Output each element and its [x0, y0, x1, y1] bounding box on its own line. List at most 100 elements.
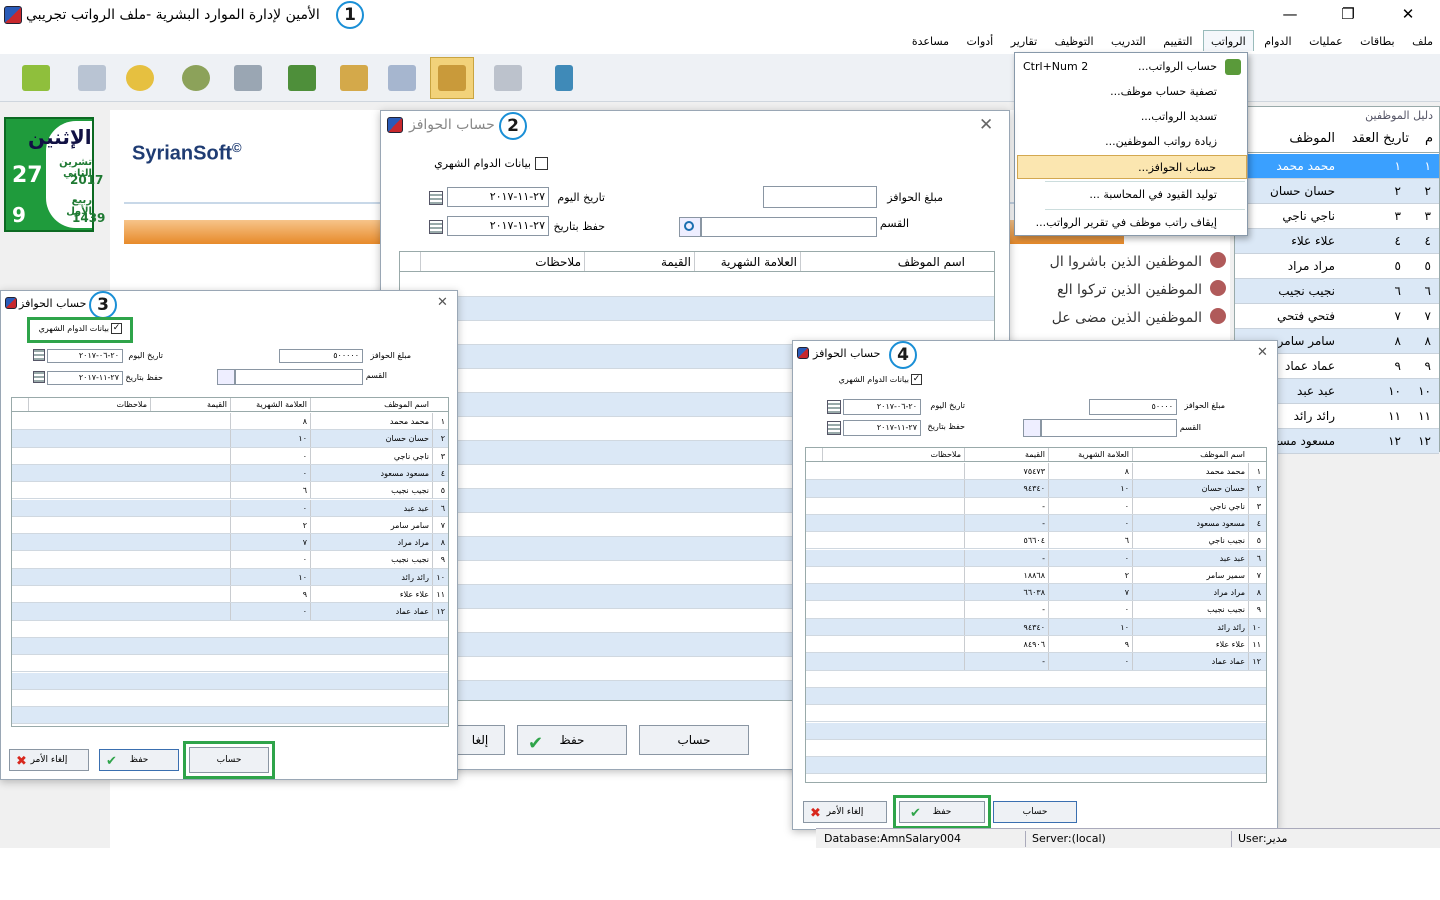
- department-input[interactable]: [701, 217, 877, 237]
- table-row[interactable]: [12, 655, 448, 673]
- table-row[interactable]: ٧ سامر سامر ٢: [12, 516, 448, 535]
- table-row[interactable]: ٣ ناجي ناجي ٠-: [806, 497, 1266, 515]
- employee-row[interactable]: ٤ ٤ علاء علاء: [1235, 229, 1439, 254]
- save-button[interactable]: حفظ ✔: [517, 725, 627, 755]
- cancel-button[interactable]: إلغاء الأمر ✖: [803, 801, 887, 823]
- table-row[interactable]: ٩ نجيب نجيب ٠: [12, 551, 448, 569]
- toolbar-schedule-button[interactable]: [226, 57, 270, 99]
- table-row[interactable]: ٤ مسعود مسعود ٠: [12, 464, 448, 483]
- table-row[interactable]: [806, 722, 1266, 740]
- menu-item-generate-entries[interactable]: توليد القيود في المحاسبة ...: [1017, 183, 1247, 207]
- table-row[interactable]: ٧ سمير سامر ٢ ١٨٨٦٨: [806, 566, 1266, 585]
- toolbar-files-button[interactable]: [332, 57, 376, 99]
- calendar-icon[interactable]: [827, 400, 841, 414]
- menu-reports[interactable]: تقارير: [1004, 31, 1044, 51]
- amount-input[interactable]: [763, 186, 877, 208]
- menu-item-increase-salaries[interactable]: زيادة رواتب الموظفين...: [1017, 130, 1247, 154]
- toolbar-open-button[interactable]: [14, 57, 58, 99]
- department-input[interactable]: [1041, 419, 1177, 437]
- menu-item-calc-incentives[interactable]: حساب الحوافز...: [1017, 155, 1247, 179]
- menu-item-pay-salaries[interactable]: تسديد الرواتب...: [1017, 105, 1247, 129]
- menu-training[interactable]: التدريب: [1104, 31, 1153, 51]
- table-row[interactable]: ٥ نجيب ناجي ٦ ٥٦٦٠٤: [806, 532, 1266, 550]
- toolbar-money-button[interactable]: [280, 57, 324, 99]
- table-row[interactable]: ٩ نجيب نجيب ٠-: [806, 601, 1266, 619]
- menu-help[interactable]: مساعدة: [905, 31, 956, 51]
- today-date-input[interactable]: ٢٧-١١-٢٠١٧: [447, 187, 549, 207]
- toolbar-employees-button[interactable]: [430, 57, 474, 99]
- table-row[interactable]: ١١ علاء علاء ٩ ٨٤٩٠٦: [806, 636, 1266, 654]
- monthly-attendance-checkbox[interactable]: [535, 157, 548, 170]
- table-row[interactable]: [806, 705, 1266, 723]
- table-row[interactable]: [806, 687, 1266, 706]
- table-row[interactable]: [12, 637, 448, 656]
- table-row[interactable]: ٢ حسان حسان ١٠ ٩٤٣٤٠: [806, 480, 1266, 498]
- search-icon[interactable]: [1023, 419, 1041, 437]
- calc-button[interactable]: حساب: [639, 725, 749, 755]
- amount-input[interactable]: ٥٠٠٠٠: [1089, 399, 1177, 415]
- search-icon[interactable]: [679, 217, 701, 237]
- table-row[interactable]: ١٠ رائد رائد ١٠: [12, 568, 448, 586]
- today-date-input[interactable]: ٢٠-٠٦-٢٠١٧: [843, 399, 921, 415]
- save-date-input[interactable]: ٢٧-١١-٢٠١٧: [47, 371, 123, 385]
- menu-item-calc-salaries[interactable]: حساب الرواتب... Ctrl+Num 2: [1017, 55, 1247, 79]
- maximize-button[interactable]: ❐: [1328, 0, 1368, 28]
- toolbar-documents-button[interactable]: [380, 57, 424, 99]
- menu-cards[interactable]: بطاقات: [1353, 31, 1401, 51]
- menu-tools[interactable]: أدوات: [960, 31, 1001, 51]
- table-row[interactable]: ٦ عبد عبد ٠-: [806, 549, 1266, 567]
- toolbar-employee-card-button[interactable]: [70, 57, 114, 99]
- menu-attendance[interactable]: الدوام: [1257, 31, 1298, 51]
- cancel-button[interactable]: إلغاء الأمر ✖: [9, 749, 89, 771]
- calendar-icon[interactable]: [33, 371, 45, 383]
- table-row[interactable]: [806, 740, 1266, 758]
- minimize-button[interactable]: —: [1270, 0, 1310, 28]
- table-row[interactable]: [12, 690, 448, 708]
- calc-button[interactable]: حساب: [189, 747, 269, 773]
- table-row[interactable]: [400, 297, 994, 321]
- menu-file[interactable]: ملف: [1405, 31, 1440, 51]
- amount-input[interactable]: ٥٠٠٠٠٠: [279, 349, 363, 363]
- toolbar-add-employee-button[interactable]: [118, 57, 162, 99]
- notice-left[interactable]: الموظفين الذين تركوا الع: [1057, 282, 1202, 298]
- table-row[interactable]: [12, 621, 448, 638]
- table-row[interactable]: ٨ مراد مراد ٧: [12, 534, 448, 552]
- menu-hiring[interactable]: التوظيف: [1048, 31, 1101, 51]
- cancel-button-partial[interactable]: إلغا: [455, 725, 505, 755]
- today-date-input[interactable]: ٢٠-٠٦-٢٠١٧: [47, 349, 123, 363]
- calendar-icon[interactable]: [429, 220, 443, 234]
- employee-row[interactable]: ٥ ٥ مراد مراد: [1235, 254, 1439, 279]
- search-icon[interactable]: [217, 369, 235, 385]
- calendar-icon[interactable]: [33, 349, 45, 361]
- table-row[interactable]: [12, 672, 448, 690]
- table-row[interactable]: [12, 707, 448, 725]
- close-icon[interactable]: ✕: [1257, 345, 1268, 360]
- department-input[interactable]: [235, 369, 363, 385]
- monthly-attendance-checkbox[interactable]: ✓: [111, 323, 122, 334]
- employee-row[interactable]: ٢ ٢ حسان حسان: [1235, 179, 1439, 204]
- employee-row[interactable]: ٧ ٧ فتحي فتحي: [1235, 304, 1439, 329]
- notice-started[interactable]: الموظفين الذين باشروا ال: [1050, 254, 1202, 270]
- calendar-icon[interactable]: [429, 191, 443, 205]
- employee-row[interactable]: ٣ ٣ ناجي ناجي: [1235, 204, 1439, 229]
- menu-operations[interactable]: عمليات: [1302, 31, 1350, 51]
- employee-row[interactable]: ١ ١ محمد محمد: [1235, 154, 1439, 179]
- table-row[interactable]: [400, 273, 994, 297]
- table-row[interactable]: [806, 757, 1266, 775]
- toolbar-attendance-button[interactable]: [174, 57, 218, 99]
- menu-item-employee-settlement[interactable]: تصفية حساب موظف...: [1017, 80, 1247, 104]
- table-row[interactable]: ٤ مسعود مسعود ٠-: [806, 514, 1266, 533]
- table-row[interactable]: ٢ حسان حسان ١٠: [12, 430, 448, 448]
- save-date-input[interactable]: ٢٧-١١-٢٠١٧: [843, 420, 921, 436]
- table-row[interactable]: ٦ عبد عبد ٠: [12, 499, 448, 517]
- save-button[interactable]: حفظ ✔: [99, 749, 179, 771]
- close-icon[interactable]: ✕: [979, 115, 993, 135]
- close-button[interactable]: ✕: [1388, 0, 1428, 28]
- table-row[interactable]: [806, 671, 1266, 688]
- table-row[interactable]: ٨ مراد مراد ٧ ٦٦٠٣٨: [806, 584, 1266, 602]
- toolbar-calculator-button[interactable]: [486, 57, 530, 99]
- table-row[interactable]: ٣ ناجي ناجي ٠: [12, 447, 448, 465]
- table-row[interactable]: ١ محمد محمد ٨: [12, 413, 448, 431]
- menu-evaluation[interactable]: التقييم: [1156, 31, 1199, 51]
- table-row[interactable]: ١٠ رائد رائد ١٠ ٩٤٣٤٠: [806, 618, 1266, 636]
